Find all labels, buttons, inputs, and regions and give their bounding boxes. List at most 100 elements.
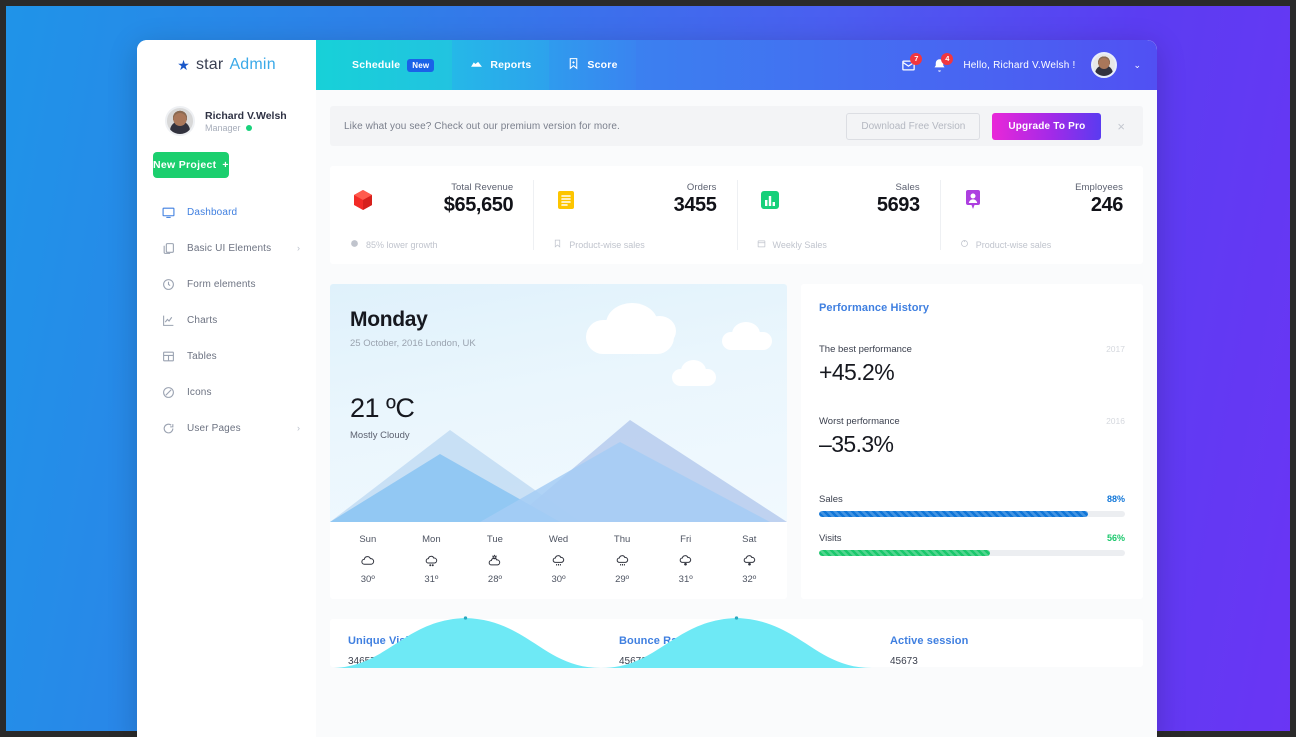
forecast-day-tue: Tue 28º bbox=[463, 534, 527, 585]
progress-percent: 56% bbox=[1106, 533, 1125, 543]
mini-card-active-session: Active session 45673 bbox=[872, 619, 1143, 667]
sidebar-item-form-elements[interactable]: Form elements bbox=[137, 266, 316, 302]
circle-slash-icon bbox=[161, 385, 175, 399]
progress-visits: Visits 56% bbox=[819, 533, 1125, 556]
tab-reports[interactable]: Reports bbox=[452, 40, 550, 90]
cloud-sun-icon bbox=[463, 552, 527, 568]
forecast-day-sun: Sun 30º bbox=[336, 534, 400, 585]
sidebar: ★ star Admin Richard V.Welsh Manager New … bbox=[137, 40, 316, 737]
tab-score[interactable]: Score bbox=[549, 40, 636, 90]
sidebar-item-basic-ui-elements[interactable]: Basic UI Elements › bbox=[137, 230, 316, 266]
stat-footer: Product-wise sales bbox=[960, 239, 1123, 250]
new-project-label: New Project bbox=[153, 159, 217, 171]
report-icon bbox=[470, 57, 483, 73]
chevron-down-icon[interactable]: ⌄ bbox=[1133, 60, 1141, 71]
sidebar-label-dashboard: Dashboard bbox=[187, 206, 238, 218]
stat-top: Orders 3455 bbox=[553, 182, 717, 217]
forecast-label: Tue bbox=[486, 534, 503, 545]
mini-card-bounce-rate: Bounce Rate 45673 bbox=[601, 616, 872, 668]
stat-footer: 85% lower growth bbox=[350, 239, 513, 250]
performance-title: Performance History bbox=[819, 302, 930, 314]
forecast-label: Mon bbox=[422, 534, 441, 545]
brand-name-part2: Admin bbox=[229, 56, 276, 73]
progress-fill bbox=[819, 550, 991, 556]
brand-logo[interactable]: ★ star Admin bbox=[137, 40, 316, 90]
best-performance-year: 2017 bbox=[1106, 344, 1125, 354]
forecast-day-mon: Mon 31º bbox=[400, 534, 464, 585]
monitor-icon bbox=[161, 205, 175, 219]
best-performance-label: The best performance bbox=[819, 344, 912, 355]
online-status-icon bbox=[245, 125, 252, 132]
top-navbar: Schedule New Reports Score 7 4 Hello, Ri… bbox=[316, 40, 1157, 90]
worst-performance-value: –35.3% bbox=[819, 431, 894, 457]
stat-value: 3455 bbox=[673, 194, 717, 216]
stat-card-sales: Sales 5693 Weekly Sales bbox=[736, 166, 940, 264]
progress-head: Visits 56% bbox=[819, 533, 1125, 544]
cloud-snow-icon bbox=[654, 552, 718, 568]
sidebar-label-tables: Tables bbox=[187, 350, 217, 362]
receipt-icon bbox=[553, 187, 579, 213]
copy-icon bbox=[161, 241, 175, 255]
stat-footer: Product-wise sales bbox=[553, 239, 716, 250]
new-project-button[interactable]: New Project + bbox=[153, 152, 229, 178]
chart-line-icon bbox=[161, 313, 175, 327]
mini-value: 45673 bbox=[890, 656, 918, 667]
sidebar-profile[interactable]: Richard V.Welsh Manager bbox=[137, 90, 316, 136]
download-free-version-button[interactable]: Download Free Version bbox=[846, 112, 981, 140]
weather-date: 25 October, 2016 London, UK bbox=[350, 338, 476, 349]
forecast-label: Thu bbox=[613, 534, 631, 545]
chevron-right-icon: › bbox=[297, 423, 300, 433]
brand-name-part1: star bbox=[195, 56, 224, 73]
star-icon: ★ bbox=[177, 56, 190, 73]
stat-value: $65,650 bbox=[443, 194, 514, 216]
navbar-avatar[interactable] bbox=[1091, 52, 1118, 78]
tab-schedule[interactable]: Schedule New bbox=[316, 40, 453, 90]
sidebar-item-dashboard[interactable]: Dashboard bbox=[137, 194, 316, 230]
forecast-temp: 32º bbox=[742, 574, 757, 585]
plus-icon: + bbox=[222, 159, 229, 171]
bookmark-icon bbox=[567, 57, 580, 73]
stat-label: Sales bbox=[895, 182, 920, 193]
close-icon[interactable]: × bbox=[1113, 119, 1129, 134]
mini-area-chart bbox=[330, 610, 601, 668]
cloud-drizzle-icon bbox=[400, 552, 464, 568]
user-pin-icon bbox=[960, 187, 986, 213]
stat-card-total-revenue: Total Revenue $65,650 85% lower growth bbox=[330, 166, 533, 264]
performance-history-card: Performance History The best performance… bbox=[801, 284, 1143, 599]
stat-footer: Weekly Sales bbox=[757, 239, 920, 250]
sidebar-item-icons[interactable]: Icons bbox=[137, 374, 316, 410]
progress-label: Sales bbox=[819, 494, 843, 505]
bell-badge: 4 bbox=[941, 52, 954, 65]
sidebar-item-charts[interactable]: Charts bbox=[137, 302, 316, 338]
stat-top: Employees 246 bbox=[960, 182, 1123, 217]
sidebar-label-user-pages: User Pages bbox=[187, 422, 241, 434]
stat-top: Total Revenue $65,650 bbox=[350, 182, 514, 217]
cloud-snow-icon bbox=[717, 552, 781, 568]
weather-condition: Mostly Cloudy bbox=[350, 430, 410, 441]
best-performance-block: The best performance 2017 +45.2% bbox=[819, 344, 1125, 386]
stat-value: 5693 bbox=[876, 194, 920, 216]
stat-note: 85% lower growth bbox=[366, 239, 438, 250]
stat-values: Sales 5693 bbox=[877, 182, 920, 217]
sidebar-item-tables[interactable]: Tables bbox=[137, 338, 316, 374]
main-column: Schedule New Reports Score 7 4 Hello, Ri… bbox=[316, 40, 1157, 737]
cloud-rain-icon bbox=[527, 552, 591, 568]
bell-icon[interactable]: 4 bbox=[932, 52, 954, 73]
progress-label: Visits bbox=[819, 533, 842, 544]
profile-role: Manager bbox=[205, 123, 241, 134]
forecast-temp: 29º bbox=[615, 574, 630, 585]
stat-note: Product-wise sales bbox=[569, 239, 645, 250]
calendar-icon bbox=[757, 239, 766, 250]
stat-label: Total Revenue bbox=[451, 182, 514, 193]
sidebar-item-user-pages[interactable]: User Pages › bbox=[137, 410, 316, 446]
new-badge: New bbox=[407, 58, 435, 72]
promo-text: Like what you see? Check out our premium… bbox=[344, 120, 620, 132]
upgrade-to-pro-button[interactable]: Upgrade To Pro bbox=[992, 112, 1102, 140]
stat-note: Product-wise sales bbox=[975, 239, 1052, 250]
greeting-text: Hello, Richard V.Welsh ! bbox=[963, 59, 1076, 71]
weather-card: Monday 25 October, 2016 London, UK 21 ºC… bbox=[330, 284, 787, 599]
weather-day: Monday bbox=[350, 308, 428, 331]
email-icon[interactable]: 7 bbox=[901, 52, 923, 73]
tab-reports-label: Reports bbox=[490, 59, 532, 71]
admin-app-window: ★ star Admin Richard V.Welsh Manager New … bbox=[137, 40, 1157, 737]
